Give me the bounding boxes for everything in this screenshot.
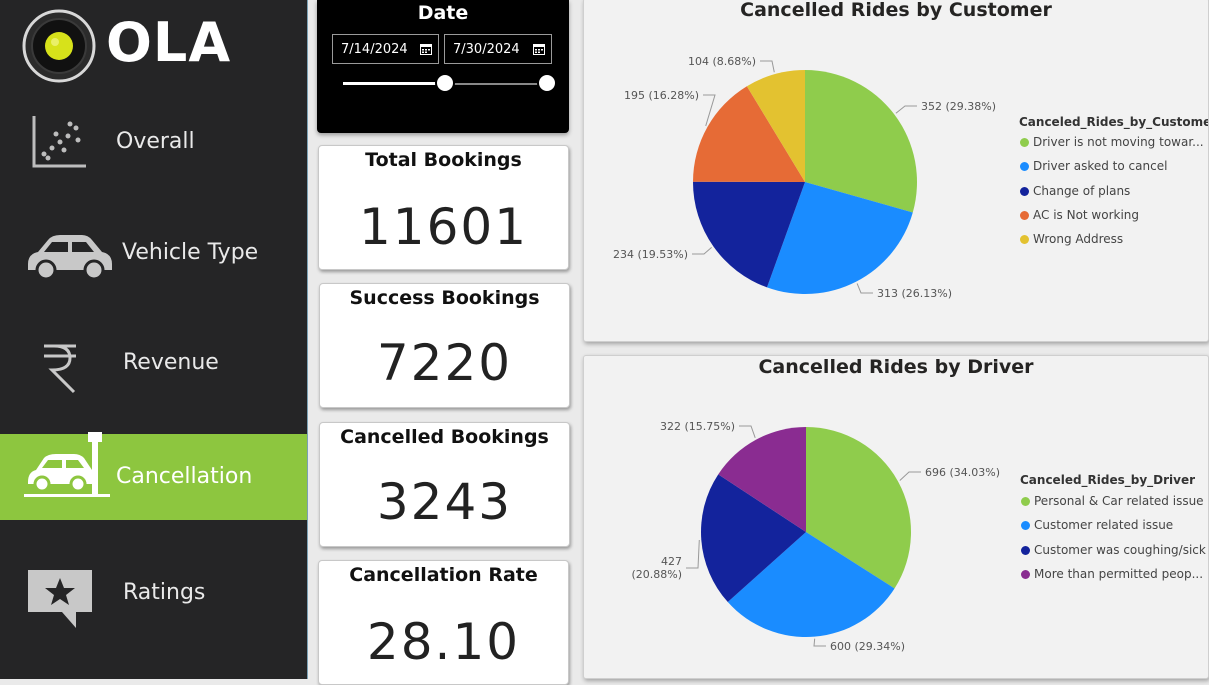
legend-label: AC is Not working — [1033, 207, 1140, 222]
legend-item[interactable]: Customer was coughing/sick — [1021, 543, 1206, 557]
data-label: 352 (29.38%) — [921, 100, 996, 113]
legend-item[interactable]: AC is Not working — [1020, 208, 1139, 222]
nav-item-label: Overall — [116, 129, 195, 154]
start-date-value: 7/14/2024 — [341, 42, 408, 57]
nav-item-overall[interactable]: Overall — [0, 100, 307, 186]
legend-swatch — [1020, 162, 1029, 172]
legend-item[interactable]: Change of plans — [1020, 184, 1130, 198]
data-label: 313 (26.13%) — [877, 287, 952, 300]
leader-line — [692, 247, 712, 255]
calendar-icon[interactable] — [533, 43, 545, 55]
kpi-value: 7220 — [376, 334, 513, 392]
data-label: 427 (20.88%) — [631, 555, 682, 581]
legend-title: Canceled_Rides_by_Customer — [1019, 115, 1209, 129]
leader-line — [856, 283, 873, 294]
legend-label: Driver is not moving towar... — [1033, 135, 1204, 149]
kpi-value: 11601 — [358, 198, 529, 256]
kpi-card-cancelled-bookings: Cancelled Bookings 3243 — [319, 422, 570, 547]
slider-end-handle[interactable] — [537, 73, 557, 93]
kpi-title: Success Bookings — [349, 287, 540, 309]
nav-item-label: Ratings — [123, 580, 206, 605]
nav-item-vehicle-type[interactable]: Vehicle Type — [0, 210, 307, 296]
end-date-input[interactable]: 7/30/2024 — [444, 34, 552, 64]
date-slicer-title: Date — [417, 2, 469, 24]
legend-label: More than permitted peop... — [1034, 566, 1204, 581]
legend-label: Personal & Car related issue — [1034, 494, 1204, 508]
legend-swatch — [1021, 569, 1030, 579]
calendar-icon[interactable] — [420, 43, 432, 55]
date-slicer: Date 7/14/2024 7/30/2024 — [317, 0, 569, 133]
data-label: 234 (19.53%) — [613, 248, 688, 261]
legend-item[interactable]: Personal & Car related issue — [1021, 494, 1204, 508]
kpi-title: Cancellation Rate — [349, 564, 538, 586]
legend-swatch — [1021, 545, 1030, 555]
car-crash-icon — [24, 432, 110, 497]
data-label: 600 (29.34%) — [830, 640, 905, 653]
legend-label: Customer related issue — [1034, 518, 1174, 533]
sidebar: OLA Overall Vehicle Type Revenue Cancell… — [0, 0, 307, 679]
slider-start-handle[interactable] — [435, 73, 455, 93]
kpi-value: 3243 — [376, 473, 513, 531]
date-slider-fill — [343, 82, 445, 85]
data-label: 696 (34.03%) — [925, 466, 1000, 479]
legend-label: Driver asked to cancel — [1033, 159, 1168, 174]
kpi-value: 28.10 — [366, 613, 521, 671]
kpi-card-total-bookings: Total Bookings 11601 — [318, 145, 569, 270]
legend-item[interactable]: Driver asked to cancel — [1020, 159, 1167, 173]
kpi-card-success-bookings: Success Bookings 7220 — [319, 283, 570, 408]
legend-item[interactable]: More than permitted peop... — [1021, 567, 1203, 581]
legend-item[interactable]: Driver is not moving towar... — [1020, 135, 1204, 149]
legend-item[interactable]: Wrong Address — [1020, 232, 1123, 246]
kpi-title: Cancelled Bookings — [340, 426, 549, 448]
nav-item-cancellation[interactable]: Cancellation — [0, 432, 307, 520]
start-date-input[interactable]: 7/14/2024 — [332, 34, 439, 64]
leader-line — [739, 425, 756, 438]
brand-name: OLA — [106, 11, 232, 74]
chart-cancelled-by-driver: Cancelled Rides by Driver 696 (34.03%) 60… — [583, 355, 1209, 679]
leader-line — [760, 60, 775, 73]
sidebar-divider — [307, 0, 308, 679]
nav-item-label: Vehicle Type — [122, 240, 259, 265]
legend-swatch — [1020, 138, 1029, 147]
leader-line — [686, 539, 700, 569]
leader-line — [895, 105, 917, 114]
nav-item-label: Cancellation — [116, 464, 253, 489]
legend-label: Wrong Address — [1033, 232, 1124, 247]
end-date-value: 7/30/2024 — [453, 42, 520, 57]
star-review-icon — [28, 570, 92, 628]
legend-item[interactable]: Customer related issue — [1021, 518, 1173, 532]
nav-item-ratings[interactable]: Ratings — [0, 550, 307, 636]
legend-title: Canceled_Rides_by_Driver — [1020, 473, 1196, 487]
leader-line — [899, 471, 921, 481]
data-label: 104 (8.68%) — [688, 55, 756, 68]
nav-item-label: Revenue — [123, 350, 219, 375]
legend-swatch — [1021, 521, 1030, 531]
rupee-icon — [44, 344, 76, 394]
leader-line — [813, 638, 826, 647]
legend-swatch — [1020, 186, 1029, 196]
data-label: 195 (16.28%) — [624, 89, 699, 102]
legend-label: Customer was coughing/sick — [1034, 542, 1206, 557]
scatter-chart-icon — [32, 116, 86, 168]
kpi-title: Total Bookings — [365, 149, 522, 171]
legend-swatch — [1020, 235, 1029, 245]
data-label: 322 (15.75%) — [660, 420, 735, 433]
kpi-card-cancellation-rate: Cancellation Rate 28.10 — [318, 560, 569, 685]
legend-swatch — [1021, 497, 1030, 506]
chart-cancelled-by-customer: Cancelled Rides by Customer 352 (29.38%)… — [583, 0, 1209, 342]
legend-label: Change of plans — [1033, 183, 1131, 198]
car-icon — [28, 235, 112, 280]
legend-swatch — [1020, 210, 1029, 220]
nav-item-revenue[interactable]: Revenue — [0, 320, 307, 406]
